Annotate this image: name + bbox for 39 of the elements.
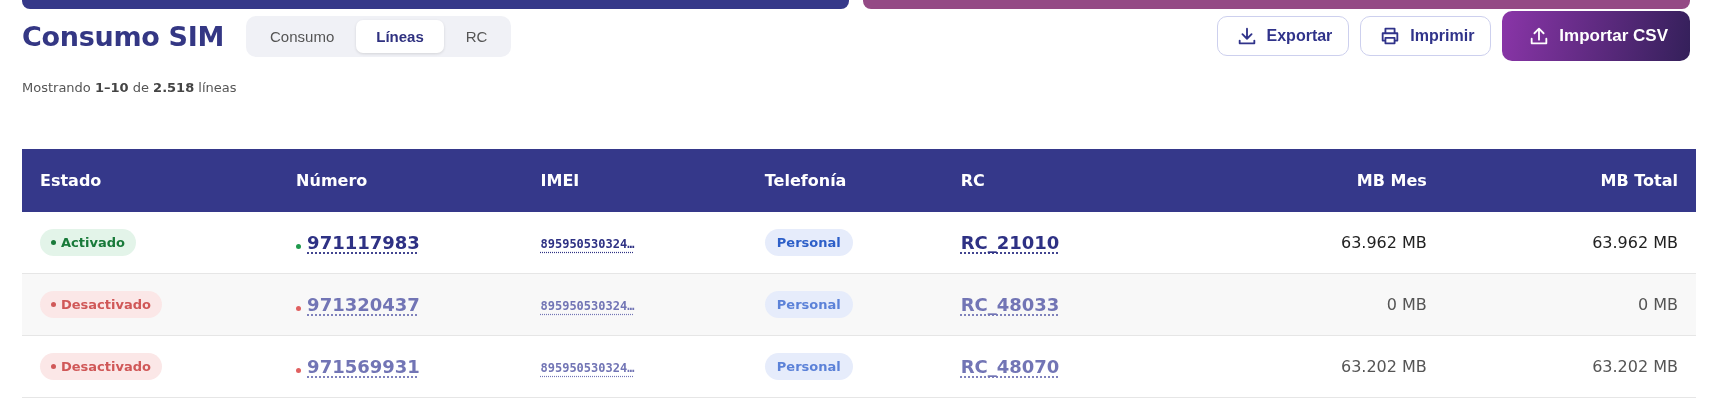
status-badge: Desactivado [40, 353, 162, 380]
rc-link[interactable]: RC_48033 [960, 294, 1060, 315]
column-header: RC [942, 149, 1177, 212]
imei-link[interactable]: 895950530324… [540, 361, 635, 375]
column-header: Telefonía [746, 149, 943, 212]
table-cell: 0 MB [1444, 273, 1696, 336]
status-badge: Activado [40, 229, 136, 256]
page-title: Consumo SIM [22, 20, 225, 52]
tab[interactable]: Líneas [356, 19, 444, 53]
status-dot-icon [51, 364, 56, 369]
action-button[interactable]: Importar CSV [1502, 11, 1690, 61]
rc-link[interactable]: RC_48070 [960, 356, 1060, 377]
table-cell: 0 MB [1177, 273, 1445, 336]
carrier-tag: Personal [764, 229, 853, 256]
rc-link[interactable]: RC_21010 [960, 232, 1060, 253]
carrier-tag: Personal [764, 353, 853, 380]
column-header: MB Mes [1177, 149, 1445, 212]
action-button[interactable]: Exportar [1216, 16, 1350, 56]
table-cell: 63.202 MB [1177, 335, 1445, 398]
column-header: MB Total [1444, 149, 1696, 212]
status-dot-icon [51, 302, 56, 307]
status-badge: Desactivado [40, 291, 162, 318]
table-cell: 63.962 MB [1444, 212, 1696, 274]
status-dot-icon [51, 240, 56, 245]
column-header: Número [278, 149, 523, 212]
number-link[interactable]: 971320437 [307, 294, 420, 315]
number-link[interactable]: 971569931 [307, 356, 420, 377]
number-link[interactable]: 971117983 [307, 232, 420, 253]
imei-link[interactable]: 895950530324… [540, 237, 635, 251]
tab[interactable]: Consumo [250, 19, 355, 53]
action-button[interactable]: Imprimir [1360, 16, 1492, 56]
table-cell: 63.962 MB [1177, 212, 1445, 274]
tab[interactable]: RC [445, 19, 508, 53]
imei-link[interactable]: 895950530324… [540, 299, 635, 313]
column-header: IMEI [522, 149, 747, 212]
column-header: Estado [22, 149, 279, 212]
results-summary: Mostrando 1–10 de 2.518 líneas [22, 80, 237, 95]
carrier-tag: Personal [764, 291, 853, 318]
table-cell: 63.202 MB [1444, 335, 1696, 398]
